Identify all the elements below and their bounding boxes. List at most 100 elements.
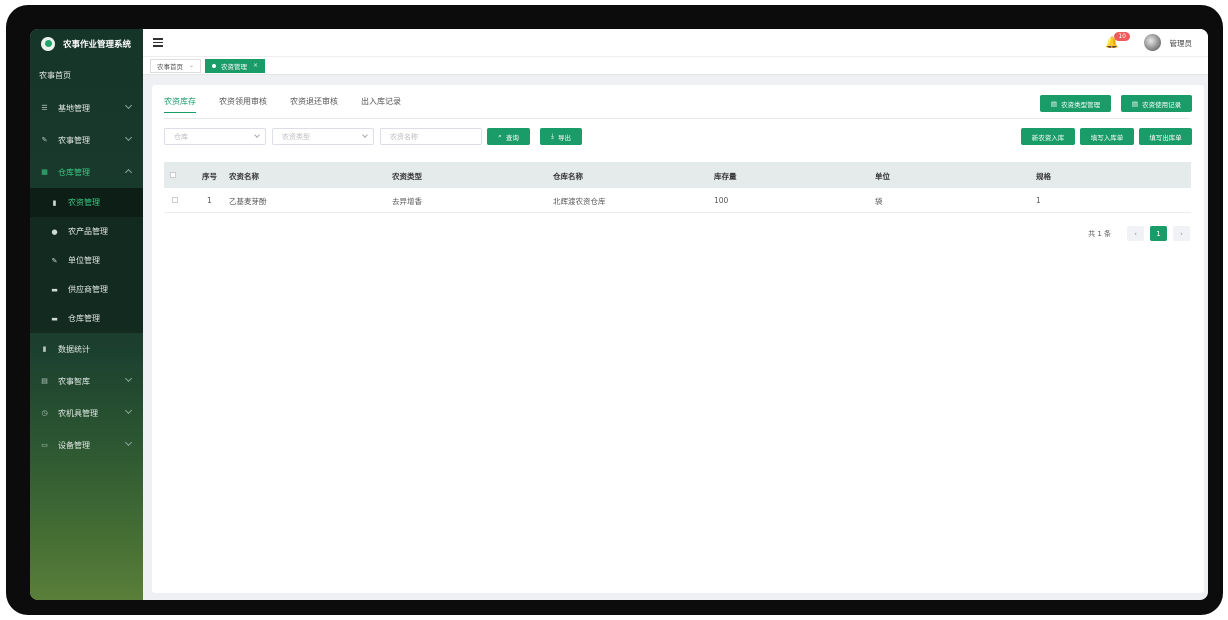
sidebar-submenu: ▮ 农资管理 ● 农产品管理 ✎ 单位管理 ▬ 供应商管理 ▬ 仓库管理: [30, 188, 143, 333]
table-header: 序号 农资名称 农资类型 仓库名称 库存量 单位 规格: [164, 162, 1191, 188]
sidebar-subitem-4[interactable]: ▬ 仓库管理: [30, 304, 143, 333]
device-frame: 农事作业管理系统 农事首页 ☰ 基地管理 ✎ 农事管理 ▦ 仓库管理 ▮ 农资管理 ● 农产品管理…: [6, 5, 1223, 615]
sidebar-subitem-1[interactable]: ● 农产品管理: [30, 217, 143, 246]
chevron-down-icon: [124, 101, 133, 110]
sidebar-subitem-3[interactable]: ▬ 供应商管理: [30, 275, 143, 304]
chevron-down-icon: [254, 132, 260, 138]
select-all-checkbox[interactable]: [170, 172, 176, 178]
message-icon: ▬: [51, 285, 58, 294]
avatar[interactable]: [1144, 34, 1161, 51]
sidebar-item-0[interactable]: ☰ 基地管理: [30, 92, 143, 124]
cell-material-name: 乙基麦芽酚: [229, 197, 267, 206]
tab-io-records[interactable]: 出入库记录: [361, 96, 401, 113]
col-index: 序号: [202, 172, 217, 181]
sidebar-menu: ☰ 基地管理 ✎ 农事管理 ▦ 仓库管理 ▮ 农资管理 ● 农产品管理 ✎ 单位管理 ▬ 供应商管理 ▬ 仓库…: [30, 92, 143, 461]
chevron-up-icon: [124, 168, 133, 177]
sidebar-item-6[interactable]: ▭ 设备管理: [30, 429, 143, 461]
sidebar-item-label: 农事首页: [39, 70, 71, 80]
cell-spec: 1: [1036, 196, 1041, 205]
bar-chart-icon: ▮: [42, 345, 47, 353]
sliders-icon: ☰: [41, 104, 48, 112]
sidebar-item-label: 数据统计: [58, 344, 90, 354]
notification-badge: 10: [1114, 32, 1130, 41]
tab-requisition-review[interactable]: 农资领用审核: [219, 96, 267, 113]
col-unit: 单位: [875, 172, 890, 181]
clock-icon: ◷: [41, 409, 48, 417]
sidebar: 农事作业管理系统 农事首页 ☰ 基地管理 ✎ 农事管理 ▦ 仓库管理 ▮ 农资管理 ● 农产品管理…: [30, 29, 143, 600]
menu-toggle-icon[interactable]: [153, 38, 163, 47]
button-label: 导出: [557, 133, 571, 142]
export-button[interactable]: ⤓ 导出: [540, 128, 582, 145]
username[interactable]: 管理员: [1170, 38, 1193, 49]
chevron-down-icon: [124, 406, 133, 415]
close-icon[interactable]: ×: [253, 62, 258, 69]
sidebar-item-label: 农机具管理: [58, 408, 98, 418]
tag-material-manage[interactable]: 农资管理 ×: [205, 58, 266, 73]
warehouse-select[interactable]: 仓库: [164, 128, 266, 145]
button-label: 填写入库单: [1090, 133, 1124, 142]
page-1-button[interactable]: 1: [1150, 226, 1167, 241]
sidebar-subitem-label: 农资管理: [68, 198, 100, 207]
select-placeholder: 农资类型: [282, 132, 310, 141]
cell-material-type: 去异增香: [392, 197, 422, 206]
book-icon: ▮: [52, 198, 57, 207]
user-icon: ●: [51, 227, 58, 236]
input-placeholder: 农资名称: [390, 132, 418, 141]
sidebar-item-1[interactable]: ✎ 农事管理: [30, 124, 143, 156]
page-tabs: 农资库存 农资领用审核 农资退还审核 出入库记录: [164, 96, 424, 113]
content-card: 农资库存 农资领用审核 农资退还审核 出入库记录 ▤ 农资类型管理 ▤ 农资使用…: [152, 85, 1204, 593]
search-button[interactable]: ⌕ 查询: [487, 128, 530, 145]
tab-inventory[interactable]: 农资库存: [164, 96, 196, 113]
app-logo: 农事作业管理系统: [30, 29, 143, 58]
tab-return-review[interactable]: 农资退还审核: [290, 96, 338, 113]
type-manage-button[interactable]: ▤ 农资类型管理: [1040, 95, 1111, 112]
chevron-down-icon: [124, 374, 133, 383]
document-icon: ▤: [41, 377, 48, 385]
chevron-down-icon: [124, 438, 133, 447]
prev-page-button[interactable]: ‹: [1127, 226, 1144, 241]
tag-label: 农事首页: [157, 62, 183, 71]
document-icon: ▤: [1131, 99, 1139, 108]
cell-index: 1: [207, 196, 212, 205]
col-material-name: 农资名称: [229, 172, 259, 181]
sidebar-subitem-0[interactable]: ▮ 农资管理: [30, 188, 143, 217]
button-label: 农资使用记录: [1142, 100, 1182, 109]
sidebar-item-3[interactable]: ▮ 数据统计: [30, 333, 143, 365]
next-page-button[interactable]: ›: [1173, 226, 1190, 241]
sidebar-subitem-label: 农产品管理: [68, 227, 108, 236]
sidebar-item-home[interactable]: 农事首页: [30, 58, 143, 92]
sidebar-item-label: 基地管理: [58, 103, 90, 113]
active-dot-icon: [212, 63, 217, 68]
material-type-select[interactable]: 农资类型: [272, 128, 374, 145]
search-icon: ⌕: [498, 132, 502, 140]
sidebar-subitem-2[interactable]: ✎ 单位管理: [30, 246, 143, 275]
button-label: 新农资入库: [1031, 133, 1065, 142]
table-row[interactable]: 1 乙基麦芽酚 去异增香 北辉渡农资仓库 100 袋 1: [164, 188, 1191, 213]
cell-stock: 100: [714, 196, 729, 205]
sidebar-item-2[interactable]: ▦ 仓库管理: [30, 156, 143, 188]
sidebar-subitem-label: 供应商管理: [68, 285, 108, 294]
briefcase-icon: ▭: [41, 441, 48, 449]
app-title: 农事作业管理系统: [63, 39, 132, 50]
row-checkbox[interactable]: [172, 197, 178, 203]
sidebar-item-label: 农事智库: [58, 376, 90, 386]
sidebar-item-4[interactable]: ▤ 农事智库: [30, 365, 143, 397]
main-area: 🔔 10 管理员 农事首页 ⌄ 农资管理 × 农资库存 农资领用审核 农资退还审…: [143, 29, 1208, 600]
cell-unit: 袋: [875, 197, 883, 206]
sidebar-item-label: 仓库管理: [58, 167, 90, 177]
col-stock: 库存量: [714, 172, 737, 181]
material-name-input[interactable]: 农资名称: [380, 128, 482, 145]
fill-in-order-button[interactable]: 填写入库单: [1080, 128, 1134, 145]
fill-out-order-button[interactable]: 填写出库单: [1139, 128, 1192, 145]
sidebar-item-5[interactable]: ◷ 农机具管理: [30, 397, 143, 429]
inventory-table: 序号 农资名称 农资类型 仓库名称 库存量 单位 规格 1 乙基麦芽酚 去异增香…: [164, 162, 1191, 213]
new-material-in-button[interactable]: 新农资入库: [1021, 128, 1075, 145]
tag-dropdown-icon[interactable]: ⌄: [189, 62, 194, 69]
button-label: 查询: [505, 133, 519, 142]
grid-icon: ▦: [41, 168, 48, 176]
sidebar-item-label: 农事管理: [58, 135, 90, 145]
sidebar-subitem-label: 单位管理: [68, 256, 100, 265]
edit-icon: ✎: [41, 136, 48, 144]
usage-record-button[interactable]: ▤ 农资使用记录: [1121, 95, 1192, 112]
tag-home[interactable]: 农事首页 ⌄: [150, 58, 202, 73]
